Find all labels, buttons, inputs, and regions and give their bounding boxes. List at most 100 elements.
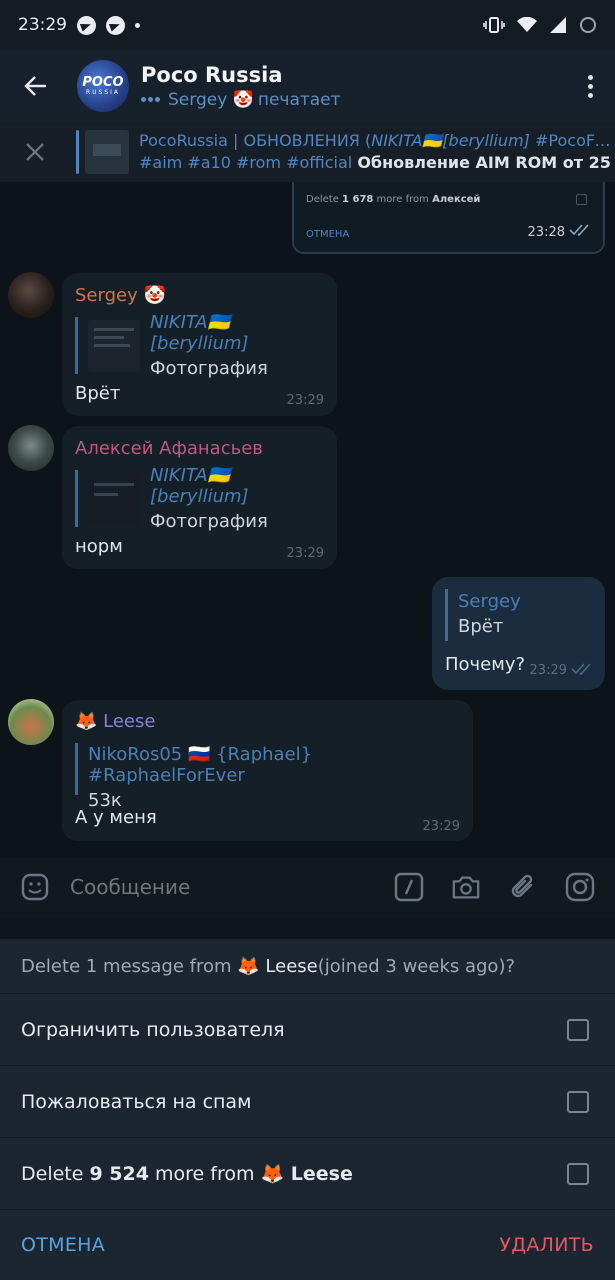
close-icon — [26, 143, 44, 161]
bot-commands-button[interactable] — [394, 872, 424, 902]
bottom-toolbar-partial — [0, 917, 615, 939]
message-author[interactable]: 🦊 Leese — [75, 711, 155, 732]
reply-preview[interactable]: Sergey Врёт — [445, 589, 590, 641]
restrict-user-checkbox[interactable] — [567, 1018, 589, 1041]
dialog-title-text: Delete 1 message from — [21, 955, 232, 977]
typing-dots-icon — [141, 97, 160, 102]
reply-author: NikoRos05 🇷🇺 {Raphael} #RaphaelForEver — [88, 744, 313, 786]
reply-author: Sergey — [458, 591, 521, 612]
reply-preview[interactable]: NikoRos05 🇷🇺 {Raphael} #RaphaelForEver 5… — [75, 743, 460, 811]
chat-title-block[interactable]: Poco Russia Sergey 🤡 печатает — [141, 63, 341, 110]
message-time: 23:29 — [422, 819, 460, 834]
reply-author: NIKITA🇺🇦[beryllium] — [150, 465, 249, 507]
option-delete-all-from-user[interactable]: Delete 9 524 more from 🦊 Leese — [0, 1138, 615, 1210]
instagram-camera-button[interactable] — [565, 872, 595, 902]
pinned-close-button[interactable] — [0, 122, 70, 182]
message-text: норм — [75, 536, 123, 557]
reply-text: Врёт — [458, 616, 504, 637]
outgoing-message-bubble[interactable]: Sergey Врёт Почему? 23:29 — [432, 577, 605, 690]
dialog-title-user: 🦊 Leese — [237, 955, 318, 977]
sender-avatar[interactable] — [8, 425, 54, 471]
paperclip-icon — [511, 874, 533, 898]
avatar-logo-subtext: RUSSIA — [85, 88, 121, 96]
message-text: Почему? — [445, 654, 526, 675]
message-author[interactable]: Sergey 🤡 — [75, 285, 166, 306]
pinned-accent-line — [76, 130, 79, 174]
group-avatar[interactable]: POCO RUSSIA — [77, 60, 129, 112]
message-author[interactable]: Алексей Афанасьев — [75, 438, 263, 459]
telegram-notification-icon — [77, 15, 96, 35]
reply-text: Фотография — [150, 358, 268, 379]
instant-camera-icon — [565, 872, 595, 902]
chat-header: POCO RUSSIA Poco Russia Sergey 🤡 печатае… — [0, 50, 615, 122]
message-time: 23:29 — [286, 393, 324, 408]
delete-button[interactable]: УДАЛИТЬ — [499, 1234, 594, 1256]
avatar-logo-text: POCO — [82, 74, 124, 90]
dialog-title-suffix: (joined 3 weeks ago)? — [317, 955, 516, 977]
reply-thumbnail — [88, 472, 140, 525]
slash-command-icon — [394, 872, 424, 902]
signal-icon — [550, 17, 566, 33]
read-checks-icon — [569, 224, 589, 236]
message-text: Врёт — [75, 383, 121, 404]
attach-button[interactable] — [508, 872, 538, 902]
option-label: Delete 9 524 more from 🦊 Leese — [21, 1163, 353, 1185]
telegram-notification-icon — [106, 15, 125, 35]
typing-status: Sergey 🤡 печатает — [141, 90, 341, 110]
message-bubble-partial: Delete 1 678 more from Алексей ОТМЕНА 23… — [292, 182, 605, 254]
reply-preview[interactable]: NIKITA🇺🇦[beryllium] Фотография — [75, 465, 320, 532]
clock: 23:29 — [18, 15, 67, 35]
reply-text: Фотография — [150, 511, 268, 532]
pinned-title-author: NIKITA🇺🇦[beryllium] — [371, 131, 530, 150]
vibrate-icon — [483, 17, 505, 33]
option-restrict-user[interactable]: Ограничить пользователя — [0, 994, 615, 1066]
wifi-icon — [517, 17, 537, 32]
chat-title: Poco Russia — [141, 62, 283, 87]
reply-preview[interactable]: NIKITA🇺🇦[beryllium] Фотография — [75, 312, 320, 379]
back-button[interactable] — [0, 50, 72, 122]
option-label: Ограничить пользователя — [21, 1018, 285, 1041]
message-time: 23:29 — [529, 663, 567, 678]
more-menu-button[interactable] — [565, 50, 615, 122]
message-input-bar — [0, 857, 615, 917]
sticker-button[interactable] — [20, 872, 50, 902]
option-label: Пожаловаться на спам — [21, 1090, 252, 1113]
pinned-thumbnail — [85, 130, 129, 174]
arrow-left-icon — [24, 76, 46, 96]
typing-user: Sergey 🤡 — [168, 89, 254, 110]
partial-checkbox — [576, 194, 587, 205]
pinned-preview: Обновление AIM ROM от 25 апр... — [357, 153, 615, 172]
status-bar: 23:29 — [0, 0, 615, 50]
cancel-button[interactable]: ОТМЕНА — [21, 1234, 105, 1256]
delete-all-checkbox[interactable] — [567, 1162, 589, 1185]
reply-thumbnail — [88, 319, 140, 372]
partial-delete-text: Delete 1 678 more from Алексей — [306, 194, 481, 205]
partial-cancel-text: ОТМЕНА — [306, 229, 350, 240]
read-checks-icon — [571, 663, 591, 675]
message-time: 23:29 — [286, 546, 324, 561]
pinned-hashtags: #aim #a10 #rom #official — [139, 153, 358, 172]
pinned-message-bar[interactable]: PocoRussia | ОБНОВЛЕНИЯ (NIKITA🇺🇦[beryll… — [0, 122, 615, 182]
message-bubble[interactable]: Алексей Афанасьев NIKITA🇺🇦[beryllium] Фо… — [62, 426, 337, 569]
more-notifications-icon — [135, 22, 140, 28]
sender-avatar[interactable] — [8, 699, 54, 745]
report-spam-checkbox[interactable] — [567, 1090, 589, 1113]
message-bubble[interactable]: 🦊 Leese NikoRos05 🇷🇺 {Raphael} #RaphaelF… — [62, 700, 473, 841]
message-time: 23:28 — [527, 225, 565, 240]
message-input[interactable] — [70, 875, 350, 899]
battery-saver-icon — [580, 17, 596, 33]
pinned-title: PocoRussia | ОБНОВЛЕНИЯ ( — [139, 131, 372, 150]
message-bubble[interactable]: Sergey 🤡 NIKITA🇺🇦[beryllium] Фотография … — [62, 273, 337, 416]
sticker-icon — [21, 873, 49, 901]
delete-message-dialog: Delete 1 message from 🦊 Leese (joined 3 … — [0, 939, 615, 1280]
message-list[interactable]: Delete 1 678 more from Алексей ОТМЕНА 23… — [0, 182, 615, 857]
reply-author: NIKITA🇺🇦[beryllium] — [150, 312, 249, 354]
option-report-spam[interactable]: Пожаловаться на спам — [0, 1066, 615, 1138]
pinned-title-tail: #PocoFo... — [529, 131, 615, 150]
camera-button[interactable] — [451, 872, 481, 902]
sender-avatar[interactable] — [8, 272, 54, 318]
dialog-title: Delete 1 message from 🦊 Leese (joined 3 … — [0, 939, 615, 994]
camera-icon — [452, 876, 480, 899]
message-text: А у меня — [75, 807, 157, 828]
dialog-actions: ОТМЕНА УДАЛИТЬ — [0, 1210, 615, 1280]
